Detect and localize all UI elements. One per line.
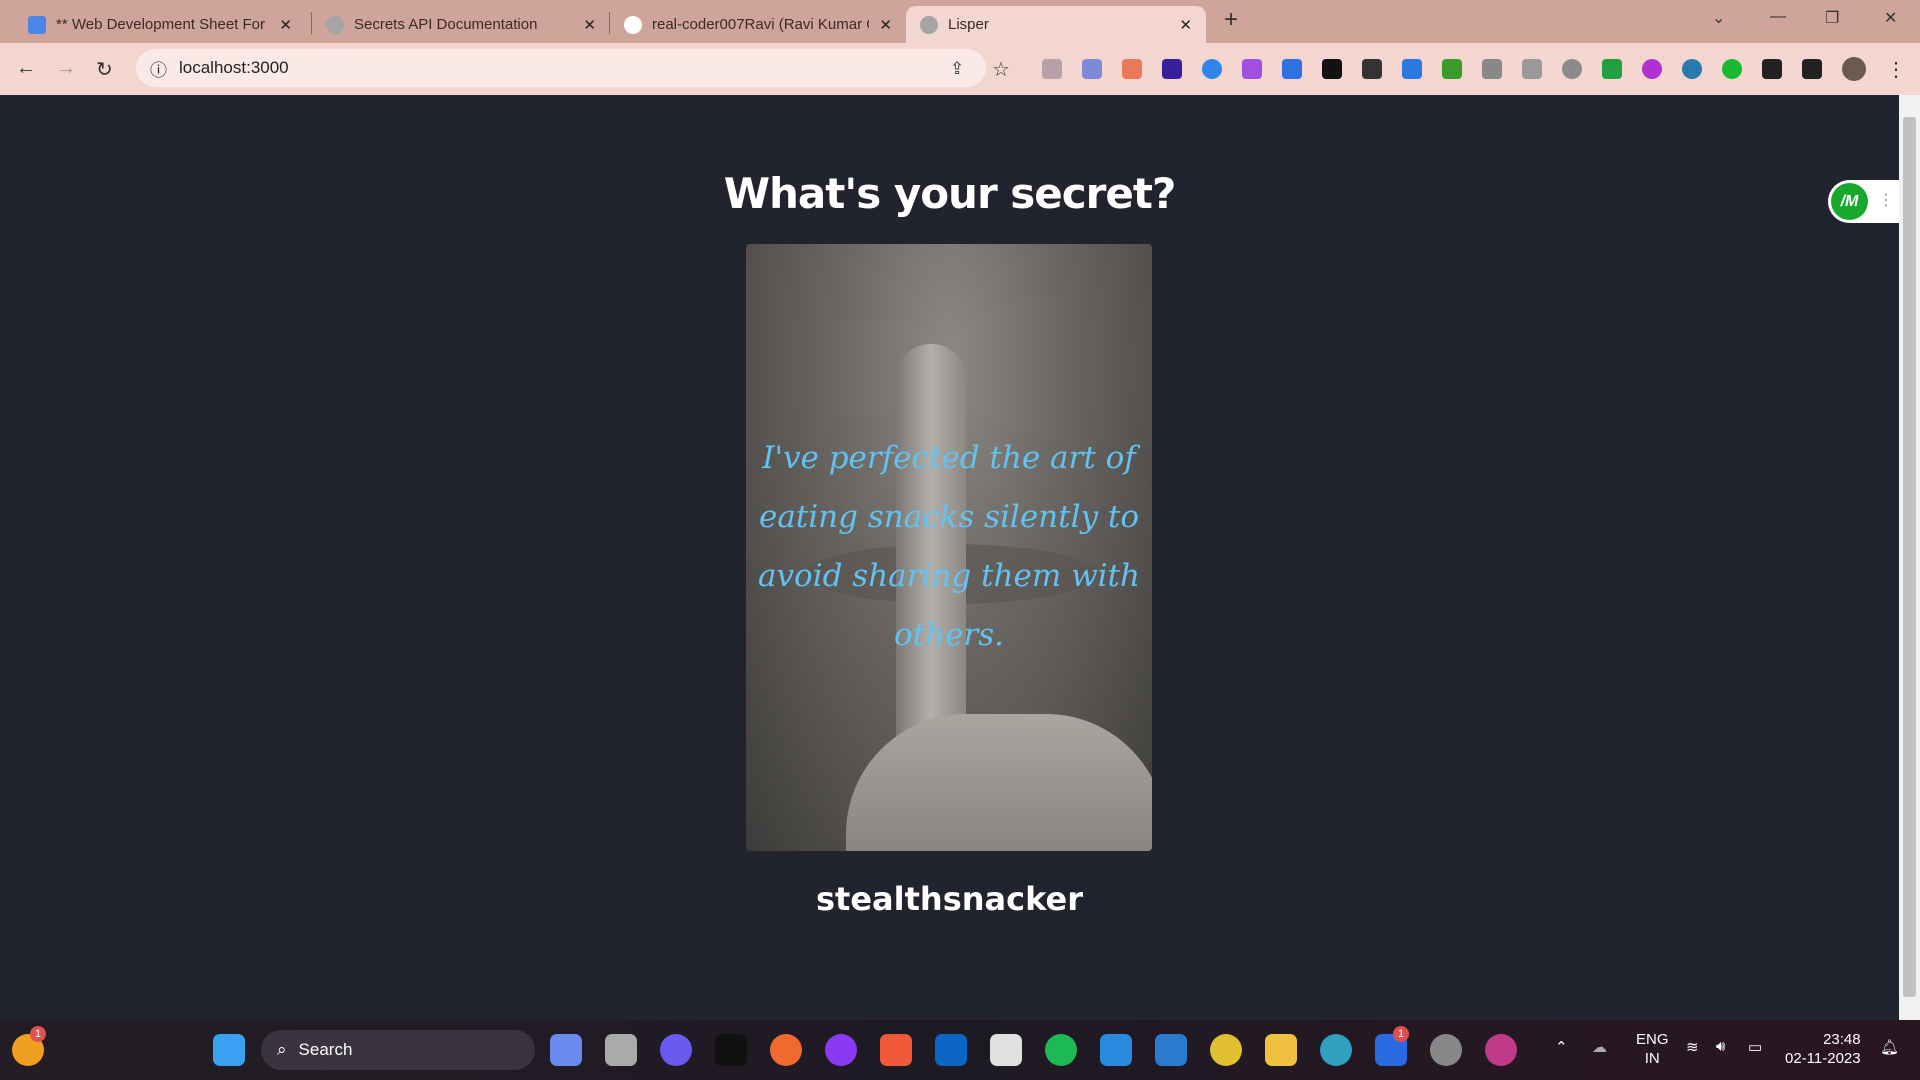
notification-badge: 1: [1393, 1026, 1409, 1042]
onedrive-icon[interactable]: ☁: [1592, 1038, 1607, 1056]
extension-icon[interactable]: [1602, 59, 1622, 79]
taskbar: 1 ⌕ Search 1 ⌃ ☁ ENG IN ≋ 🔊︎ ▭ 23:48 02-11-…: [0, 1020, 1920, 1080]
globe-icon: [326, 15, 344, 34]
avatar[interactable]: [1842, 57, 1866, 81]
spotify-icon[interactable]: [1045, 1034, 1077, 1066]
file-explorer-icon[interactable]: [1265, 1034, 1297, 1066]
docs-icon: [28, 15, 46, 34]
tab-title: ** Web Development Sheet For B: [56, 16, 270, 33]
tab-title: real-coder007Ravi (Ravi Kumar G: [652, 16, 870, 33]
windows-start-icon[interactable]: [213, 1034, 245, 1066]
puzzle-icon[interactable]: [1762, 59, 1782, 79]
extension-icon[interactable]: [1442, 59, 1462, 79]
page-title: What's your secret?: [723, 169, 1177, 218]
tab-title: Secrets API Documentation: [354, 16, 538, 33]
toolbar: ← → ↻ ⓘ localhost:3000 ⇪ ☆ ⋮: [0, 43, 1920, 95]
tab-web-dev-sheet[interactable]: ** Web Development Sheet For B ✕: [14, 6, 306, 43]
tab-strip: ** Web Development Sheet For B ✕ Secrets…: [0, 0, 1920, 43]
extension-icon[interactable]: [1722, 59, 1742, 79]
floating-widget[interactable]: /M ⋮⋮: [1828, 180, 1910, 223]
extension-icon[interactable]: [1242, 59, 1262, 79]
media-player-icon[interactable]: [1485, 1034, 1517, 1066]
extension-icon[interactable]: [1562, 59, 1582, 79]
minimize-button[interactable]: —: [1770, 8, 1786, 26]
linkedin-icon[interactable]: [935, 1034, 967, 1066]
photo-hand: [846, 714, 1152, 851]
back-icon[interactable]: ←: [16, 57, 36, 80]
search-label: Search: [298, 1040, 353, 1059]
close-tab-icon[interactable]: ✕: [279, 16, 292, 34]
extension-icon[interactable]: [1642, 59, 1662, 79]
secret-card: I've perfected the art of eating snacks …: [746, 244, 1152, 851]
menu-icon[interactable]: ⋮: [1886, 57, 1906, 82]
globe-icon: [920, 15, 938, 34]
extension-icon[interactable]: [1522, 59, 1542, 79]
language-indicator[interactable]: ENG IN: [1636, 1030, 1669, 1068]
close-window-button[interactable]: ✕: [1884, 8, 1897, 28]
tab-github[interactable]: real-coder007Ravi (Ravi Kumar G ✕: [610, 6, 906, 43]
extension-icon[interactable]: [1122, 59, 1142, 79]
url-text: localhost:3000: [179, 58, 289, 77]
store-icon[interactable]: [990, 1034, 1022, 1066]
show-hidden-icons[interactable]: ⌃: [1555, 1038, 1568, 1056]
page-content: What's your secret? I've perfected the a…: [0, 95, 1910, 1020]
chrome-icon[interactable]: [1210, 1034, 1242, 1066]
mail-icon[interactable]: [1100, 1034, 1132, 1066]
tab-lisper[interactable]: Lisper ✕: [906, 6, 1206, 43]
tab-search-icon[interactable]: ⌄: [1712, 8, 1725, 28]
notification-bell-icon[interactable]: 🔔︎: [1880, 1038, 1899, 1056]
extension-icon[interactable]: [1482, 59, 1502, 79]
tab-secrets-api[interactable]: Secrets API Documentation ✕: [312, 6, 610, 43]
address-bar[interactable]: ⓘ localhost:3000: [136, 49, 986, 87]
app-icon[interactable]: [770, 1034, 802, 1066]
taskbar-search[interactable]: ⌕ Search: [261, 1030, 535, 1070]
extension-icon[interactable]: [1362, 59, 1382, 79]
extension-icon[interactable]: [1082, 59, 1102, 79]
vscode-icon[interactable]: [1155, 1034, 1187, 1066]
region: IN: [1644, 1050, 1660, 1067]
scrollbar[interactable]: [1899, 95, 1920, 1020]
app-icon[interactable]: [715, 1034, 747, 1066]
edge-icon[interactable]: [1320, 1034, 1352, 1066]
extension-icon[interactable]: [1162, 59, 1182, 79]
time: 23:48: [1823, 1031, 1861, 1048]
extension-icon[interactable]: [1682, 59, 1702, 79]
close-tab-icon[interactable]: ✕: [879, 16, 892, 34]
close-tab-icon[interactable]: ✕: [583, 16, 596, 34]
extension-icon[interactable]: [1402, 59, 1422, 79]
extension-icon[interactable]: [1202, 59, 1222, 79]
battery-icon[interactable]: ▭: [1748, 1038, 1762, 1056]
github-desktop-icon[interactable]: [825, 1034, 857, 1066]
close-tab-icon[interactable]: ✕: [1179, 16, 1192, 34]
clock[interactable]: 23:48 02-11-2023: [1785, 1030, 1861, 1068]
reload-icon[interactable]: ↻: [96, 57, 113, 82]
username: stealthsnacker: [816, 880, 1083, 918]
settings-icon[interactable]: [1430, 1034, 1462, 1066]
info-icon[interactable]: ⓘ: [150, 56, 167, 81]
teams-icon[interactable]: [660, 1034, 692, 1066]
new-tab-button[interactable]: +: [1224, 6, 1238, 34]
copilot-icon[interactable]: [550, 1034, 582, 1066]
side-panel-icon[interactable]: [1802, 59, 1822, 79]
secret-text: I've perfected the art of eating snacks …: [758, 440, 1140, 653]
language: ENG: [1636, 1031, 1669, 1048]
search-icon: ⌕: [277, 1040, 287, 1059]
date: 02-11-2023: [1785, 1050, 1861, 1067]
notification-badge: 1: [30, 1026, 46, 1042]
extension-icon[interactable]: [1322, 59, 1342, 79]
widget-logo-icon: /M: [1831, 183, 1868, 220]
volume-icon[interactable]: 🔊︎: [1716, 1038, 1725, 1055]
restore-button[interactable]: ❐: [1825, 8, 1839, 28]
share-icon[interactable]: ⇪: [950, 59, 964, 79]
extension-icon[interactable]: [1282, 59, 1302, 79]
task-view-icon[interactable]: [605, 1034, 637, 1066]
tab-title: Lisper: [948, 16, 989, 33]
scrollbar-thumb[interactable]: [1903, 117, 1916, 997]
wifi-icon[interactable]: ≋: [1686, 1038, 1699, 1056]
figma-icon[interactable]: [880, 1034, 912, 1066]
github-icon: [624, 15, 642, 34]
forward-icon[interactable]: →: [56, 57, 76, 80]
extension-icon[interactable]: [1042, 59, 1062, 79]
bookmark-star-icon[interactable]: ☆: [992, 57, 1010, 82]
